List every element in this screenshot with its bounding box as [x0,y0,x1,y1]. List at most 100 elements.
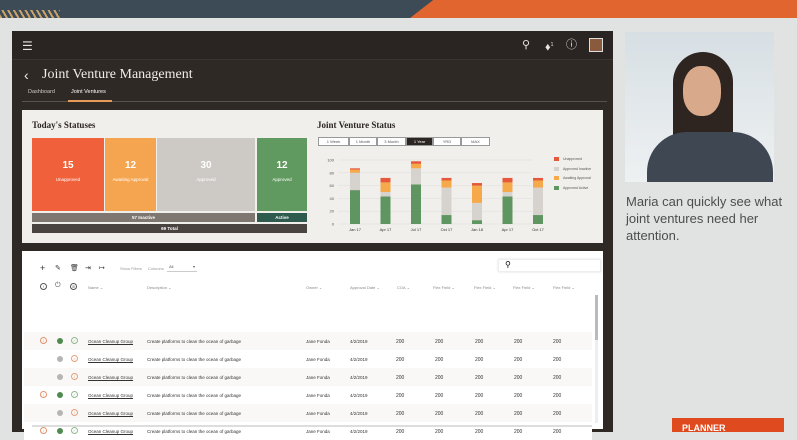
bar-segment-approved-inactive[interactable] [441,187,452,216]
venture-name-link[interactable]: Ocean Cleanup Group [88,393,133,398]
table-row[interactable]: ! Ocean Cleanup Group Create platforms to … [24,404,592,422]
table-row[interactable]: ! Ocean Cleanup Group Create platforms to … [24,368,592,386]
status-dot [57,392,63,398]
user-avatar[interactable] [589,38,603,52]
value-cell: 200 [396,429,405,435]
slide-caption: Maria can quickly see what joint venture… [626,194,783,243]
bar-segment-approved-active[interactable] [380,196,391,224]
vertical-scrollbar[interactable] [595,295,598,423]
y-tick-label: 80 [330,170,335,175]
value-cell: 200 [435,393,444,399]
column-header[interactable]: Approval Date ⌄ [350,285,380,290]
range-button[interactable]: 1 Year [406,137,433,146]
bar-segment-unapproved[interactable] [350,168,360,170]
bar-segment-approved-inactive[interactable] [502,192,513,197]
tile-unapproved[interactable]: 15 Unapproved [32,138,104,211]
delete-icon[interactable]: 🗑 [70,264,79,272]
bar-segment-approved-inactive[interactable] [380,192,391,197]
tile-approved-inactive[interactable]: 30 Approved [157,138,255,211]
dashboard-card: Today's Statuses 15 Unapproved 12 Awaiting… [22,110,603,243]
column-header[interactable]: Description ⌄ [147,285,171,290]
bar-segment-awaiting-approval[interactable] [441,180,452,188]
x-tick-label: Oct 17 [441,227,454,232]
column-header[interactable]: Owner ⌄ [306,285,322,290]
bar-segment-approved-inactive[interactable] [472,202,482,221]
owner-cell: Jane Fonda [306,393,330,398]
venture-name-link[interactable]: Ocean Cleanup Group [88,357,133,362]
bar-segment-unapproved[interactable] [472,183,482,186]
table-row[interactable]: × Ocean Cleanup Group Create platforms to … [24,350,592,368]
notification-badge: 1 [550,42,554,48]
tile-approved-active[interactable]: 12 Approved [257,138,307,211]
show-filters-link[interactable]: Show Filters [120,266,142,271]
help-icon[interactable]: ⓘ [566,39,577,51]
column-header[interactable]: COA ⌄ [397,285,410,290]
bar-segment-awaiting-approval[interactable] [350,169,360,173]
warning-icon: ! [40,391,47,398]
table-row[interactable]: ! ✓ Ocean Cleanup Group Create platforms to… [24,386,592,404]
value-cell: 200 [514,411,523,417]
bar-segment-approved-active[interactable] [441,215,452,224]
bar-segment-approved-inactive[interactable] [411,168,421,185]
back-icon[interactable]: ‹ [24,67,29,83]
value-cell: 200 [514,429,523,435]
edit-icon[interactable]: ✎ [55,264,61,272]
bar-segment-awaiting-approval[interactable] [411,163,421,169]
venture-name-link[interactable]: Ocean Cleanup Group [88,339,133,344]
search-icon: ⚲ [505,260,511,269]
bar-segment-awaiting-approval[interactable] [380,182,391,192]
tab-dashboard[interactable]: Dashboard [28,89,55,95]
column-header[interactable]: Flex Field ⌄ [513,285,535,290]
bar-segment-approved-active[interactable] [472,220,482,224]
hamburger-menu-icon[interactable]: ☰ [22,40,33,52]
legend-swatch [554,166,559,171]
y-tick-label: 60 [330,183,335,188]
description-cell: Create platforms to clean the ocean of g… [147,411,242,416]
range-button[interactable]: MAX [461,137,490,146]
bar-segment-awaiting-approval[interactable] [472,185,482,203]
bar-segment-approved-active[interactable] [533,215,543,224]
add-icon[interactable]: + [40,263,45,273]
bar-segment-awaiting-approval[interactable] [533,180,543,188]
range-button[interactable]: 3 Month [377,137,406,146]
columns-select[interactable]: All ▾ [167,264,197,272]
page-title: Joint Venture Management [42,67,193,82]
bar-segment-unapproved[interactable] [533,177,543,181]
venture-name-link[interactable]: Ocean Cleanup Group [88,375,133,380]
approval-status-icon: ! [71,409,78,416]
description-cell: Create platforms to clean the ocean of g… [147,375,242,380]
bar-segment-unapproved[interactable] [441,177,452,181]
range-button[interactable]: YRD [433,137,461,146]
bar-segment-approved-active[interactable] [411,184,421,224]
bar-segment-approved-active[interactable] [350,190,360,224]
column-header[interactable]: Flex Field ⌄ [433,285,455,290]
export-icon[interactable]: ↦ [99,264,105,272]
tile-awaiting-approval[interactable]: 12 Awaiting Approval [105,138,156,211]
active-tab-indicator [68,100,112,102]
description-cell: Create platforms to clean the ocean of g… [147,393,242,398]
tab-joint-ventures[interactable]: Joint Ventures [71,89,106,95]
search-icon[interactable]: ⚲ [522,39,530,51]
bar-segment-approved-inactive[interactable] [533,187,543,216]
column-header[interactable]: Flex Field ⌄ [474,285,496,290]
bar-segment-awaiting-approval[interactable] [502,182,513,192]
search-input[interactable]: ⚲ [498,259,601,272]
approval-date-cell: 4/2/2019 [350,339,368,344]
bar-segment-unapproved[interactable] [411,161,421,164]
table-row[interactable]: ! ✓ Ocean Cleanup Group Create platforms to… [24,332,592,350]
horizontal-scrollbar[interactable] [32,425,592,427]
import-icon[interactable]: ⇥ [85,264,91,272]
bar-segment-unapproved[interactable] [502,177,513,183]
bar-segment-unapproved[interactable] [380,177,391,183]
column-header[interactable]: Flex Field ⌄ [553,285,575,290]
column-header[interactable]: Name ⌄ [88,285,103,290]
notification-bell-icon[interactable]: ♦1 [545,39,553,54]
legend-label: Unapproved [563,157,583,161]
ventures-table-card: + ✎ 🗑 ⇥ ↦ Show Filters Columns All ▾ ⚲ ! … [22,251,603,440]
range-button[interactable]: 1 Week [318,137,349,146]
bar-segment-approved-active[interactable] [502,196,513,224]
venture-name-link[interactable]: Ocean Cleanup Group [88,411,133,416]
x-tick-label: Apr 17 [502,227,515,232]
range-button[interactable]: 1 Month [349,137,377,146]
bar-segment-approved-inactive[interactable] [350,172,360,191]
